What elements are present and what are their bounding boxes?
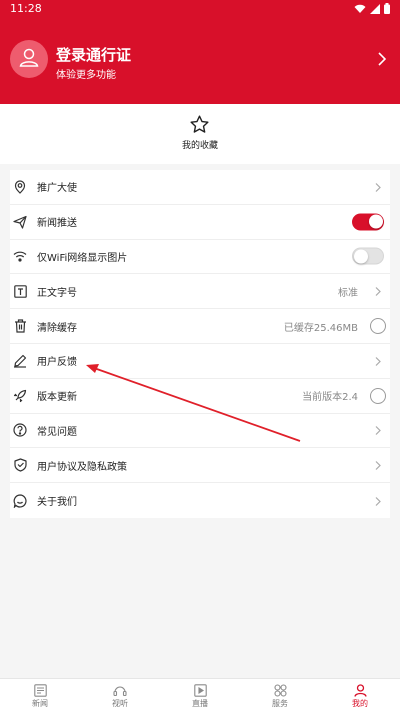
paper-plane-icon bbox=[13, 215, 27, 229]
trash-icon bbox=[13, 319, 27, 333]
status-icons bbox=[354, 3, 390, 14]
nav-item-news[interactable]: 新闻 bbox=[0, 679, 80, 711]
settings-item-label: 新闻推送 bbox=[37, 218, 77, 230]
chevron-right-icon bbox=[375, 177, 381, 196]
bottom-nav: 新闻 视听 直播 服务 我的 bbox=[0, 678, 400, 711]
shield-icon bbox=[13, 458, 27, 472]
profile-icon bbox=[353, 683, 367, 697]
wifi-icon bbox=[13, 249, 27, 263]
nav-label: 直播 bbox=[192, 699, 208, 708]
avatar[interactable] bbox=[10, 40, 48, 78]
login-subtitle: 体验更多功能 bbox=[56, 70, 116, 81]
location-pin-icon bbox=[13, 180, 27, 194]
settings-item-label: 正文字号 bbox=[37, 287, 77, 299]
grid-icon bbox=[273, 683, 287, 697]
chevron-right-icon bbox=[375, 491, 381, 510]
settings-item-label: 仅WiFi网络显示图片 bbox=[37, 252, 128, 264]
profile-header[interactable]: 11:28 登录通行证 体验更多功能 bbox=[0, 0, 400, 104]
settings-item-label: 用户协议及隐私政策 bbox=[37, 461, 127, 473]
login-title[interactable]: 登录通行证 bbox=[56, 44, 131, 65]
settings-item-version-update[interactable]: 版本更新 当前版本2.4 bbox=[10, 379, 390, 414]
font-size-value: 标准 bbox=[338, 287, 358, 299]
settings-item-label: 关于我们 bbox=[37, 497, 77, 509]
nav-item-audio-video[interactable]: 视听 bbox=[80, 679, 160, 711]
settings-item-wifi-images[interactable]: 仅WiFi网络显示图片 bbox=[10, 240, 390, 275]
settings-item-feedback[interactable]: 用户反馈 bbox=[10, 344, 390, 379]
live-icon bbox=[193, 683, 207, 697]
user-icon bbox=[18, 46, 40, 72]
settings-item-ambassador[interactable]: 推广大使 bbox=[10, 170, 390, 205]
nav-item-profile[interactable]: 我的 bbox=[320, 679, 400, 711]
nav-label: 视听 bbox=[112, 699, 128, 708]
settings-item-about-us[interactable]: 关于我们 bbox=[10, 483, 390, 518]
settings-item-font-size[interactable]: 正文字号 标准 bbox=[10, 274, 390, 310]
nav-label: 服务 bbox=[272, 699, 288, 708]
settings-item-faq[interactable]: 常见问题 bbox=[10, 414, 390, 449]
settings-list: 推广大使 新闻推送 仅WiFi网络显示图片 正文字号 标准 清除缓存 已缓存25… bbox=[10, 170, 390, 518]
chevron-right-icon[interactable] bbox=[378, 51, 387, 70]
wifi-icon bbox=[354, 4, 366, 14]
version-value: 当前版本2.4 bbox=[302, 392, 358, 404]
status-bar: 11:28 bbox=[0, 0, 400, 18]
nav-item-services[interactable]: 服务 bbox=[240, 679, 320, 711]
toggle-knob bbox=[369, 214, 383, 229]
cache-size-value: 已缓存25.46MB bbox=[283, 322, 358, 334]
news-push-toggle[interactable] bbox=[352, 213, 384, 231]
news-icon bbox=[33, 683, 47, 697]
nav-item-live[interactable]: 直播 bbox=[160, 679, 240, 711]
favorites-section: 我的收藏 bbox=[0, 104, 400, 164]
battery-icon bbox=[384, 3, 390, 14]
pen-icon bbox=[13, 354, 27, 368]
audio-video-icon bbox=[113, 683, 127, 697]
settings-item-label: 用户反馈 bbox=[37, 357, 77, 369]
favorites-label[interactable]: 我的收藏 bbox=[0, 138, 400, 151]
text-size-icon bbox=[13, 284, 27, 298]
nav-label: 我的 bbox=[352, 699, 368, 708]
status-time: 11:28 bbox=[10, 2, 42, 15]
signal-icon bbox=[370, 3, 380, 14]
question-icon bbox=[13, 423, 27, 438]
nav-label: 新闻 bbox=[32, 699, 48, 708]
chevron-right-icon bbox=[375, 351, 381, 370]
rocket-icon bbox=[13, 389, 27, 403]
settings-item-privacy-policy[interactable]: 用户协议及隐私政策 bbox=[10, 448, 390, 484]
settings-item-label: 版本更新 bbox=[37, 392, 77, 404]
chat-icon bbox=[13, 493, 27, 508]
chevron-right-icon bbox=[375, 421, 381, 440]
settings-item-label: 常见问题 bbox=[37, 426, 77, 438]
clear-cache-icon[interactable] bbox=[370, 318, 386, 335]
toggle-knob bbox=[354, 249, 368, 264]
chevron-right-icon bbox=[375, 456, 381, 475]
settings-item-clear-cache[interactable]: 清除缓存 已缓存25.46MB bbox=[10, 309, 390, 344]
settings-item-label: 推广大使 bbox=[37, 183, 77, 195]
settings-item-news-push[interactable]: 新闻推送 bbox=[10, 205, 390, 240]
wifi-images-toggle[interactable] bbox=[352, 247, 384, 265]
settings-item-label: 清除缓存 bbox=[37, 322, 77, 334]
refresh-icon[interactable] bbox=[370, 387, 386, 404]
star-icon[interactable] bbox=[189, 114, 210, 139]
chevron-right-icon bbox=[375, 282, 381, 301]
